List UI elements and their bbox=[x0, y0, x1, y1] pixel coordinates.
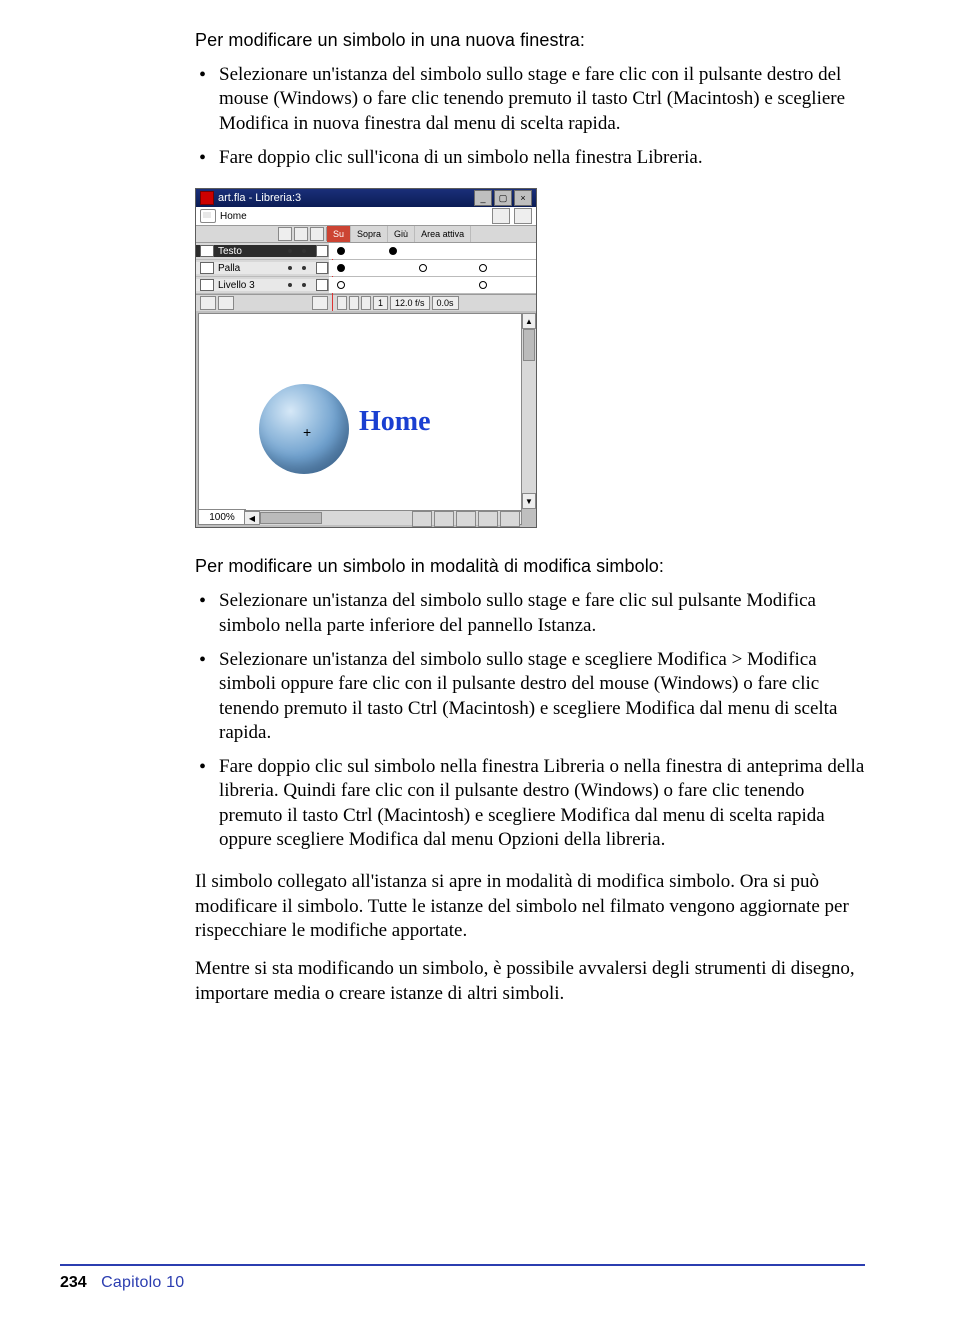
outline-color-icon[interactable] bbox=[316, 245, 328, 257]
screenshot-window: art.fla - Libreria:3 _ ▢ × Home Su Sopra… bbox=[195, 188, 537, 528]
toolbar-button[interactable] bbox=[514, 208, 532, 224]
current-frame: 1 bbox=[373, 296, 388, 310]
page-number: 234 bbox=[60, 1274, 87, 1291]
layer-icon bbox=[200, 279, 214, 291]
scroll-left-icon[interactable]: ◀ bbox=[244, 511, 260, 525]
layer-track[interactable] bbox=[329, 243, 536, 259]
stage[interactable]: Home bbox=[198, 313, 522, 525]
scroll-down-icon[interactable]: ▼ bbox=[522, 493, 536, 509]
tab-sopra[interactable]: Sopra bbox=[351, 226, 388, 242]
app-icon bbox=[200, 191, 214, 205]
breadcrumb-bar: Home bbox=[196, 207, 536, 226]
vertical-scrollbar[interactable]: ▲ ▼ bbox=[521, 313, 536, 509]
add-layer-button[interactable] bbox=[200, 296, 216, 310]
tab-area[interactable]: Area attiva bbox=[415, 226, 471, 242]
page: Per modificare un simbolo in una nuova f… bbox=[0, 0, 960, 1322]
layer-icon bbox=[200, 245, 214, 257]
tab-su[interactable]: Su bbox=[327, 226, 351, 242]
tab-giu[interactable]: Giù bbox=[388, 226, 415, 242]
maximize-button[interactable]: ▢ bbox=[494, 190, 512, 206]
keyframe-icon[interactable] bbox=[479, 281, 487, 289]
paragraph: Il simbolo collegato all'istanza si apre… bbox=[195, 870, 865, 943]
layers-panel: Testo Palla bbox=[196, 243, 536, 311]
home-text[interactable]: Home bbox=[359, 406, 431, 438]
chapter-label: Capitolo 10 bbox=[101, 1274, 184, 1291]
outline-toggle-icon[interactable] bbox=[310, 227, 324, 241]
close-button[interactable]: × bbox=[514, 190, 532, 206]
layer-name: Livello 3 bbox=[218, 280, 284, 291]
scroll-up-icon[interactable]: ▲ bbox=[522, 313, 536, 329]
page-footer: 234 Capitolo 10 bbox=[0, 1264, 960, 1292]
titlebar: art.fla - Libreria:3 _ ▢ × bbox=[196, 189, 536, 207]
zoom-level[interactable]: 100% bbox=[198, 509, 246, 525]
layer-row[interactable]: Testo bbox=[196, 243, 536, 260]
list-item: Selezionare un'istanza del simbolo sullo… bbox=[219, 648, 865, 745]
status-icon bbox=[478, 511, 498, 527]
toolbar-button[interactable] bbox=[492, 208, 510, 224]
list-item: Selezionare un'istanza del simbolo sullo… bbox=[219, 589, 865, 638]
list-item: Fare doppio clic sul simbolo nella fines… bbox=[219, 755, 865, 852]
scroll-thumb[interactable] bbox=[260, 512, 322, 524]
stage-area: Home ▲ ▼ 100% ◀ ▶ bbox=[196, 311, 536, 527]
status-icons bbox=[412, 511, 520, 525]
keyframe-icon[interactable] bbox=[479, 264, 487, 272]
bullet-list-2: Selezionare un'istanza del simbolo sullo… bbox=[195, 589, 865, 852]
layer-track[interactable] bbox=[329, 277, 536, 293]
add-guide-button[interactable] bbox=[218, 296, 234, 310]
status-icon bbox=[412, 511, 432, 527]
status-icon bbox=[500, 511, 520, 527]
keyframe-icon[interactable] bbox=[337, 247, 345, 255]
status-icon bbox=[434, 511, 454, 527]
heading-section-1: Per modificare un simbolo in una nuova f… bbox=[195, 30, 865, 51]
bullet-list-1: Selezionare un'istanza del simbolo sullo… bbox=[195, 63, 865, 170]
outline-color-icon[interactable] bbox=[316, 262, 328, 274]
list-item: Selezionare un'istanza del simbolo sullo… bbox=[219, 63, 865, 136]
lock-toggle-icon[interactable] bbox=[294, 227, 308, 241]
layer-row[interactable]: Livello 3 bbox=[196, 277, 536, 294]
delete-layer-button[interactable] bbox=[312, 296, 328, 310]
breadcrumb[interactable]: Home bbox=[220, 211, 247, 222]
ball-symbol[interactable] bbox=[259, 384, 349, 474]
layer-name: Testo bbox=[218, 246, 284, 257]
fps-label: 12.0 f/s bbox=[390, 296, 430, 310]
layer-track[interactable] bbox=[329, 260, 536, 276]
timeline-footer: 1 12.0 f/s 0.0s bbox=[196, 294, 536, 311]
heading-section-2: Per modificare un simbolo in modalità di… bbox=[195, 556, 865, 577]
keyframe-icon[interactable] bbox=[389, 247, 397, 255]
timeline-header: Su Sopra Giù Area attiva bbox=[196, 226, 536, 243]
paragraph: Mentre si sta modificando un simbolo, è … bbox=[195, 957, 865, 1006]
keyframe-icon[interactable] bbox=[419, 264, 427, 272]
edit-frames-button[interactable] bbox=[361, 296, 371, 310]
elapsed-time: 0.0s bbox=[432, 296, 459, 310]
keyframe-icon[interactable] bbox=[337, 264, 345, 272]
window-title: art.fla - Libreria:3 bbox=[218, 192, 470, 204]
onion-skin-button[interactable] bbox=[337, 296, 347, 310]
minimize-button[interactable]: _ bbox=[474, 190, 492, 206]
keyframe-icon[interactable] bbox=[337, 281, 345, 289]
scene-icon bbox=[200, 209, 216, 223]
layer-icon bbox=[200, 262, 214, 274]
status-icon bbox=[456, 511, 476, 527]
onion-outline-button[interactable] bbox=[349, 296, 359, 310]
eye-toggle-icon[interactable] bbox=[278, 227, 292, 241]
footer-rule bbox=[60, 1264, 865, 1266]
window-buttons: _ ▢ × bbox=[474, 190, 532, 206]
list-item: Fare doppio clic sull'icona di un simbol… bbox=[219, 146, 865, 170]
outline-color-icon[interactable] bbox=[316, 279, 328, 291]
layer-row[interactable]: Palla bbox=[196, 260, 536, 277]
scroll-thumb[interactable] bbox=[523, 329, 535, 361]
layer-name: Palla bbox=[218, 263, 284, 274]
